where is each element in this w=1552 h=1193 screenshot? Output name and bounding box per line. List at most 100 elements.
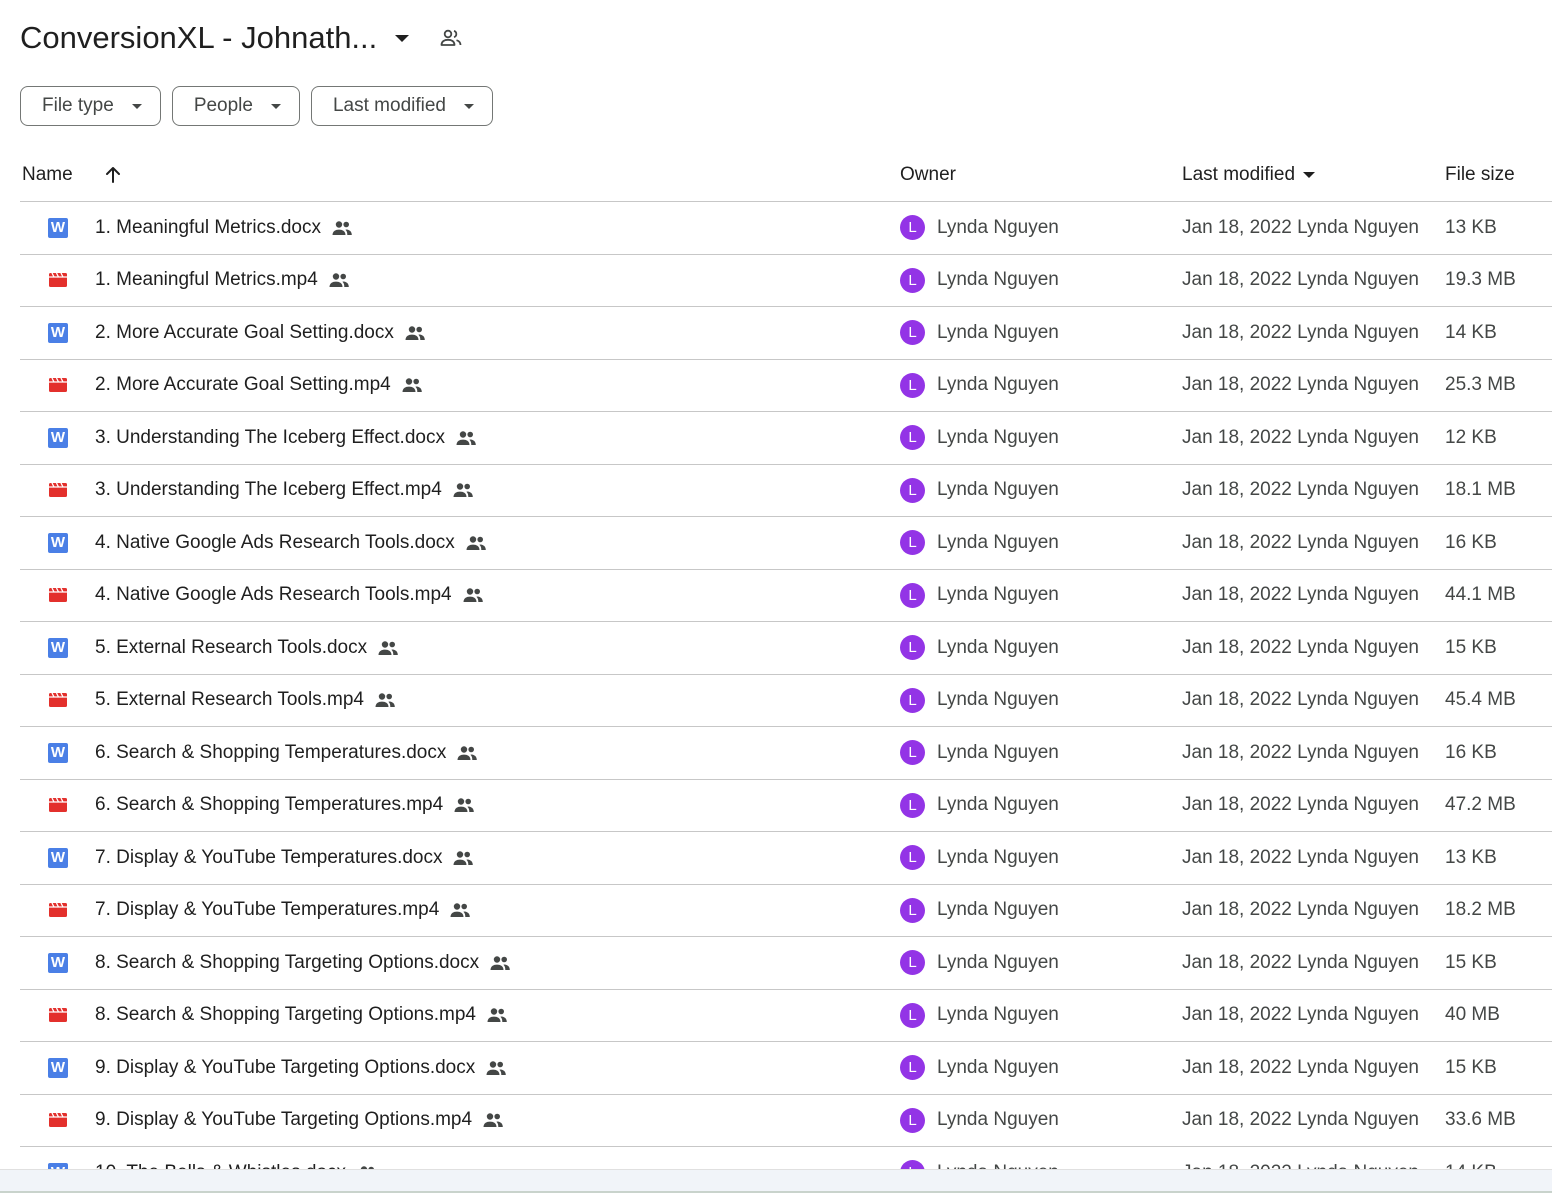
avatar[interactable]: L xyxy=(900,582,925,608)
shared-icon xyxy=(452,850,474,866)
word-doc-icon: W xyxy=(47,622,69,673)
file-size-cell: 15 KB xyxy=(1445,951,1497,973)
video-file-icon xyxy=(47,360,69,411)
avatar[interactable]: L xyxy=(900,792,925,818)
file-name-cell[interactable]: 8. Search & Shopping Targeting Options.d… xyxy=(95,937,511,988)
file-row[interactable]: 7. Display & YouTube Temperatures.mp4 L Ly… xyxy=(20,885,1552,937)
shared-icon xyxy=(456,745,478,761)
avatar[interactable]: L xyxy=(900,267,925,293)
file-row[interactable]: 5. External Research Tools.mp4 L Lynda Ngu… xyxy=(20,675,1552,727)
file-name-cell[interactable]: 2. More Accurate Goal Setting.docx xyxy=(95,307,426,358)
file-row[interactable]: 6. Search & Shopping Temperatures.mp4 L Ly… xyxy=(20,780,1552,832)
avatar[interactable]: L xyxy=(900,320,925,345)
avatar[interactable]: L xyxy=(900,477,925,503)
last-modified-cell: Jan 18, 2022 Lynda Nguyen xyxy=(1182,741,1419,763)
file-name-cell[interactable]: 9. Display & YouTube Targeting Options.m… xyxy=(95,1095,504,1146)
file-name-cell[interactable]: 4. Native Google Ads Research Tools.docx xyxy=(95,517,487,568)
last-modified-cell: Jan 18, 2022 Lynda Nguyen xyxy=(1182,269,1419,290)
file-name-cell[interactable]: 9. Display & YouTube Targeting Options.d… xyxy=(95,1042,507,1093)
owner-cell: L Lynda Nguyen xyxy=(900,622,1059,673)
filter-chip-last-modified[interactable]: Last modified xyxy=(310,86,493,126)
filter-chip-file-type[interactable]: File type xyxy=(20,86,161,126)
avatar[interactable]: L xyxy=(900,372,925,398)
file-name-cell[interactable]: 3. Understanding The Iceberg Effect.docx xyxy=(95,412,477,463)
table-header: Name Owner Last modified File size xyxy=(20,150,1552,202)
file-row[interactable]: W 6. Search & Shopping Temperatures.docx L… xyxy=(20,727,1552,780)
shared-icon xyxy=(462,587,484,603)
column-header-file-size[interactable]: File size xyxy=(1445,164,1515,186)
file-name: 8. Search & Shopping Targeting Options.m… xyxy=(95,1004,476,1025)
file-row[interactable]: 8. Search & Shopping Targeting Options.m… xyxy=(20,990,1552,1042)
file-row[interactable]: 2. More Accurate Goal Setting.mp4 L Lynda … xyxy=(20,360,1552,412)
file-name-cell[interactable]: 6. Search & Shopping Temperatures.docx xyxy=(95,727,478,778)
file-row[interactable]: W 3. Understanding The Iceberg Effect.doc… xyxy=(20,412,1552,465)
avatar[interactable]: L xyxy=(900,950,925,975)
file-row[interactable]: 9. Display & YouTube Targeting Options.m… xyxy=(20,1095,1552,1147)
people-outline-icon[interactable] xyxy=(439,26,463,50)
file-row[interactable]: 4. Native Google Ads Research Tools.mp4 L… xyxy=(20,570,1552,622)
file-name: 2. More Accurate Goal Setting.mp4 xyxy=(95,374,391,395)
file-name-cell[interactable]: 6. Search & Shopping Temperatures.mp4 xyxy=(95,780,475,831)
file-name-cell[interactable]: 1. Meaningful Metrics.docx xyxy=(95,202,353,253)
file-row[interactable]: W 8. Search & Shopping Targeting Options.… xyxy=(20,937,1552,990)
file-name-cell[interactable]: 1. Meaningful Metrics.mp4 xyxy=(95,255,350,306)
file-name-cell[interactable]: 3. Understanding The Iceberg Effect.mp4 xyxy=(95,465,474,516)
avatar[interactable]: L xyxy=(900,425,925,450)
word-doc-icon: W xyxy=(47,937,69,988)
filter-chip-label: Last modified xyxy=(332,95,446,116)
arrow-up-icon[interactable] xyxy=(102,164,124,186)
avatar[interactable]: L xyxy=(900,845,925,870)
file-size-cell: 47.2 MB xyxy=(1445,794,1516,815)
file-row[interactable]: 3. Understanding The Iceberg Effect.mp4 L… xyxy=(20,465,1552,517)
caret-down-icon xyxy=(1303,172,1316,178)
file-row[interactable]: W 1. Meaningful Metrics.docx L Lynda Nguyen… xyxy=(20,202,1552,255)
file-size-cell: 13 KB xyxy=(1445,846,1497,868)
avatar[interactable]: L xyxy=(900,740,925,765)
folder-title[interactable]: ConversionXL - Johnath... xyxy=(20,20,377,56)
owner-cell: L Lynda Nguyen xyxy=(900,832,1059,883)
last-modified-cell: Jan 18, 2022 Lynda Nguyen xyxy=(1182,689,1419,710)
file-name-cell[interactable]: 5. External Research Tools.mp4 xyxy=(95,675,396,726)
file-row[interactable]: W 2. More Accurate Goal Setting.docx L Lynd… xyxy=(20,307,1552,360)
file-row[interactable]: W 4. Native Google Ads Research Tools.doc… xyxy=(20,517,1552,570)
owner-name: Lynda Nguyen xyxy=(937,741,1059,763)
file-row[interactable]: W 9. Display & YouTube Targeting Options.… xyxy=(20,1042,1552,1095)
avatar[interactable]: L xyxy=(900,1002,925,1028)
owner-name: Lynda Nguyen xyxy=(937,951,1059,973)
file-size-cell: 44.1 MB xyxy=(1445,584,1516,605)
shared-icon xyxy=(453,797,475,813)
file-name-cell[interactable]: 4. Native Google Ads Research Tools.mp4 xyxy=(95,570,484,621)
column-header-name[interactable]: Name xyxy=(22,164,73,186)
column-header-owner[interactable]: Owner xyxy=(900,164,956,186)
file-row[interactable]: W 5. External Research Tools.docx L Lynda N… xyxy=(20,622,1552,675)
owner-name: Lynda Nguyen xyxy=(937,374,1059,395)
file-name-cell[interactable]: 5. External Research Tools.docx xyxy=(95,622,399,673)
avatar[interactable]: L xyxy=(900,897,925,923)
file-name-cell[interactable]: 7. Display & YouTube Temperatures.mp4 xyxy=(95,885,471,936)
avatar[interactable]: L xyxy=(900,1107,925,1133)
file-row[interactable]: 1. Meaningful Metrics.mp4 L Lynda Nguyen Ja… xyxy=(20,255,1552,307)
file-name-cell[interactable]: 2. More Accurate Goal Setting.mp4 xyxy=(95,360,423,411)
shared-icon xyxy=(482,1112,504,1128)
video-file-icon xyxy=(47,675,69,726)
caret-down-icon xyxy=(270,103,281,109)
column-header-last-modified[interactable]: Last modified xyxy=(1182,164,1316,186)
shared-icon xyxy=(452,482,474,498)
filter-chip-people[interactable]: People xyxy=(171,86,300,126)
last-modified-cell: Jan 18, 2022 Lynda Nguyen xyxy=(1182,899,1419,920)
owner-name: Lynda Nguyen xyxy=(937,1004,1059,1025)
video-file-icon xyxy=(47,885,69,936)
avatar[interactable]: L xyxy=(900,1055,925,1080)
owner-name: Lynda Nguyen xyxy=(937,899,1059,920)
chevron-down-icon[interactable] xyxy=(395,34,410,42)
avatar[interactable]: L xyxy=(900,215,925,240)
last-modified-cell: Jan 18, 2022 Lynda Nguyen xyxy=(1182,1109,1419,1130)
avatar[interactable]: L xyxy=(900,530,925,555)
avatar[interactable]: L xyxy=(900,635,925,660)
file-name-cell[interactable]: 7. Display & YouTube Temperatures.docx xyxy=(95,832,474,883)
avatar[interactable]: L xyxy=(900,687,925,713)
file-size-cell: 13 KB xyxy=(1445,216,1497,238)
file-row[interactable]: W 7. Display & YouTube Temperatures.docx L… xyxy=(20,832,1552,885)
file-name: 3. Understanding The Iceberg Effect.docx xyxy=(95,426,445,448)
file-name-cell[interactable]: 8. Search & Shopping Targeting Options.m… xyxy=(95,990,508,1041)
